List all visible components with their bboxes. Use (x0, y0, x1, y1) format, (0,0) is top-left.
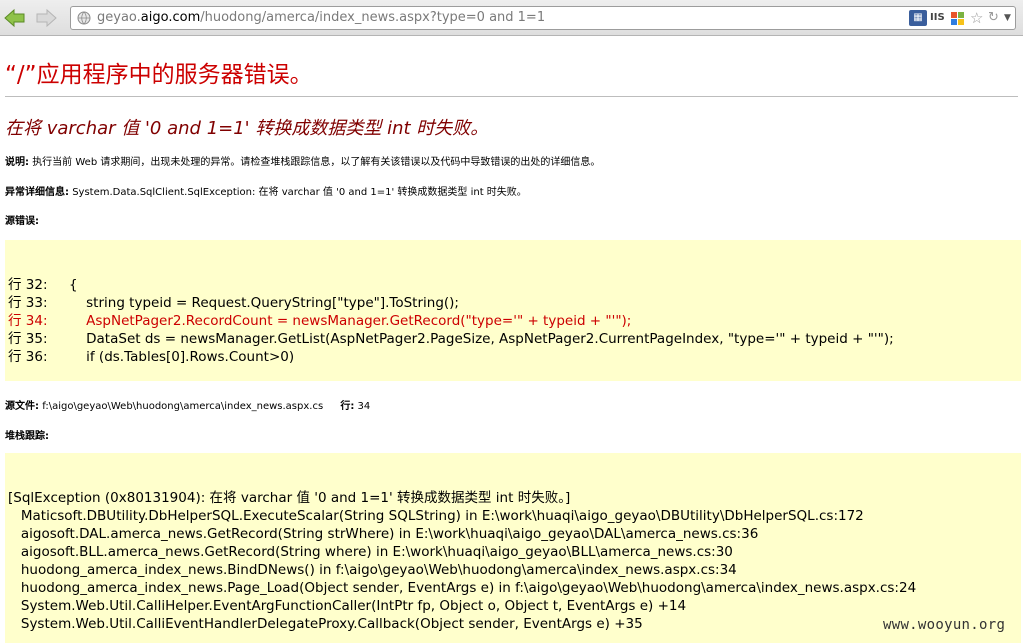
stack-line: Maticsoft.DBUtility.DbHelperSQL.ExecuteS… (8, 508, 864, 524)
forward-button[interactable] (33, 7, 59, 29)
source-error-label: 源错误: (5, 216, 39, 227)
globe-icon (77, 11, 91, 25)
description: 说明: 执行当前 Web 请求期间，出现未处理的异常。请检查堆栈跟踪信息，以了解… (5, 153, 600, 168)
error-message: 在将 varchar 值 '0 and 1=1' 转换成数据类型 int 时失败… (5, 118, 489, 139)
source-file-path: f:\aigo\geyao\Web\huodong\amerca\index_n… (42, 401, 324, 412)
source-line: 行 32: { (8, 277, 78, 293)
stack-trace-label: 堆栈跟踪: (5, 431, 49, 442)
stack-line: huodong_amerca_index_news.BindDNews() in… (8, 562, 737, 578)
stack-trace-block: [SqlException (0x80131904): 在将 varchar 值… (5, 453, 1021, 643)
source-line: 行 35: DataSet ds = newsManager.GetList(A… (8, 331, 894, 347)
exception-label: 异常详细信息: (5, 187, 69, 198)
exception-text: System.Data.SqlClient.SqlException: 在将 v… (72, 187, 527, 198)
source-code-block: 行 32: { 行 33: string typeid = Request.Qu… (5, 240, 1021, 381)
source-line: 行 36: if (ds.Tables[0].Rows.Count>0) (8, 349, 295, 365)
stack-line: aigosoft.BLL.amerca_news.GetRecord(Strin… (8, 544, 733, 560)
source-file-info: 源文件: f:\aigo\geyao\Web\huodong\amerca\in… (5, 397, 370, 412)
browser-toolbar: geyao.aigo.com/huodong/amerca/index_news… (0, 0, 1023, 36)
source-file-label: 源文件: (5, 401, 39, 412)
stack-line: aigosoft.DAL.amerca_news.GetRecord(Strin… (8, 526, 759, 542)
bookmark-star-icon[interactable]: ☆ (970, 10, 983, 26)
watermark: www.wooyun.org (883, 617, 1006, 633)
address-bar[interactable]: geyao.aigo.com/huodong/amerca/index_news… (70, 6, 1016, 30)
source-line: 行 33: string typeid = Request.QueryStrin… (8, 295, 459, 311)
chevron-down-icon[interactable]: ▼ (1004, 10, 1011, 26)
line-number: 34 (357, 401, 371, 412)
windows-flag-icon[interactable] (950, 10, 966, 26)
stack-line: System.Web.Util.CalliHelper.EventArgFunc… (8, 598, 687, 614)
url-subdomain: geyao. (97, 10, 141, 25)
exception-details: 异常详细信息: System.Data.SqlClient.SqlExcepti… (5, 183, 527, 198)
stack-line: huodong_amerca_index_news.Page_Load(Obje… (8, 580, 917, 596)
addon-grid-icon[interactable]: ▦ (909, 10, 927, 26)
arrow-left-icon (4, 8, 25, 28)
stack-line: [SqlException (0x80131904): 在将 varchar 值… (8, 490, 571, 506)
back-button[interactable] (2, 7, 28, 29)
description-text: 执行当前 Web 请求期间，出现未处理的异常。请检查堆栈跟踪信息，以了解有关该错… (32, 157, 601, 168)
url-text[interactable]: geyao.aigo.com/huodong/amerca/index_news… (97, 10, 545, 25)
iis-badge[interactable]: IIS (930, 10, 948, 26)
divider (5, 96, 1018, 97)
stack-line: System.Web.Util.CalliEventHandlerDelegat… (8, 616, 643, 632)
url-host: aigo.com (140, 10, 201, 25)
description-label: 说明: (5, 157, 29, 168)
stack-trace-heading: 堆栈跟踪: (5, 427, 49, 442)
arrow-right-icon (36, 8, 57, 28)
url-path: /huodong/amerca/index_news.aspx?type=0 a… (200, 10, 546, 25)
page-title: “/”应用程序中的服务器错误。 (5, 62, 313, 88)
reload-icon[interactable]: ↻ (988, 10, 999, 26)
source-line-error: 行 34: AspNetPager2.RecordCount = newsMan… (8, 313, 632, 329)
line-label: 行: (340, 401, 355, 412)
source-error-heading: 源错误: (5, 212, 39, 227)
